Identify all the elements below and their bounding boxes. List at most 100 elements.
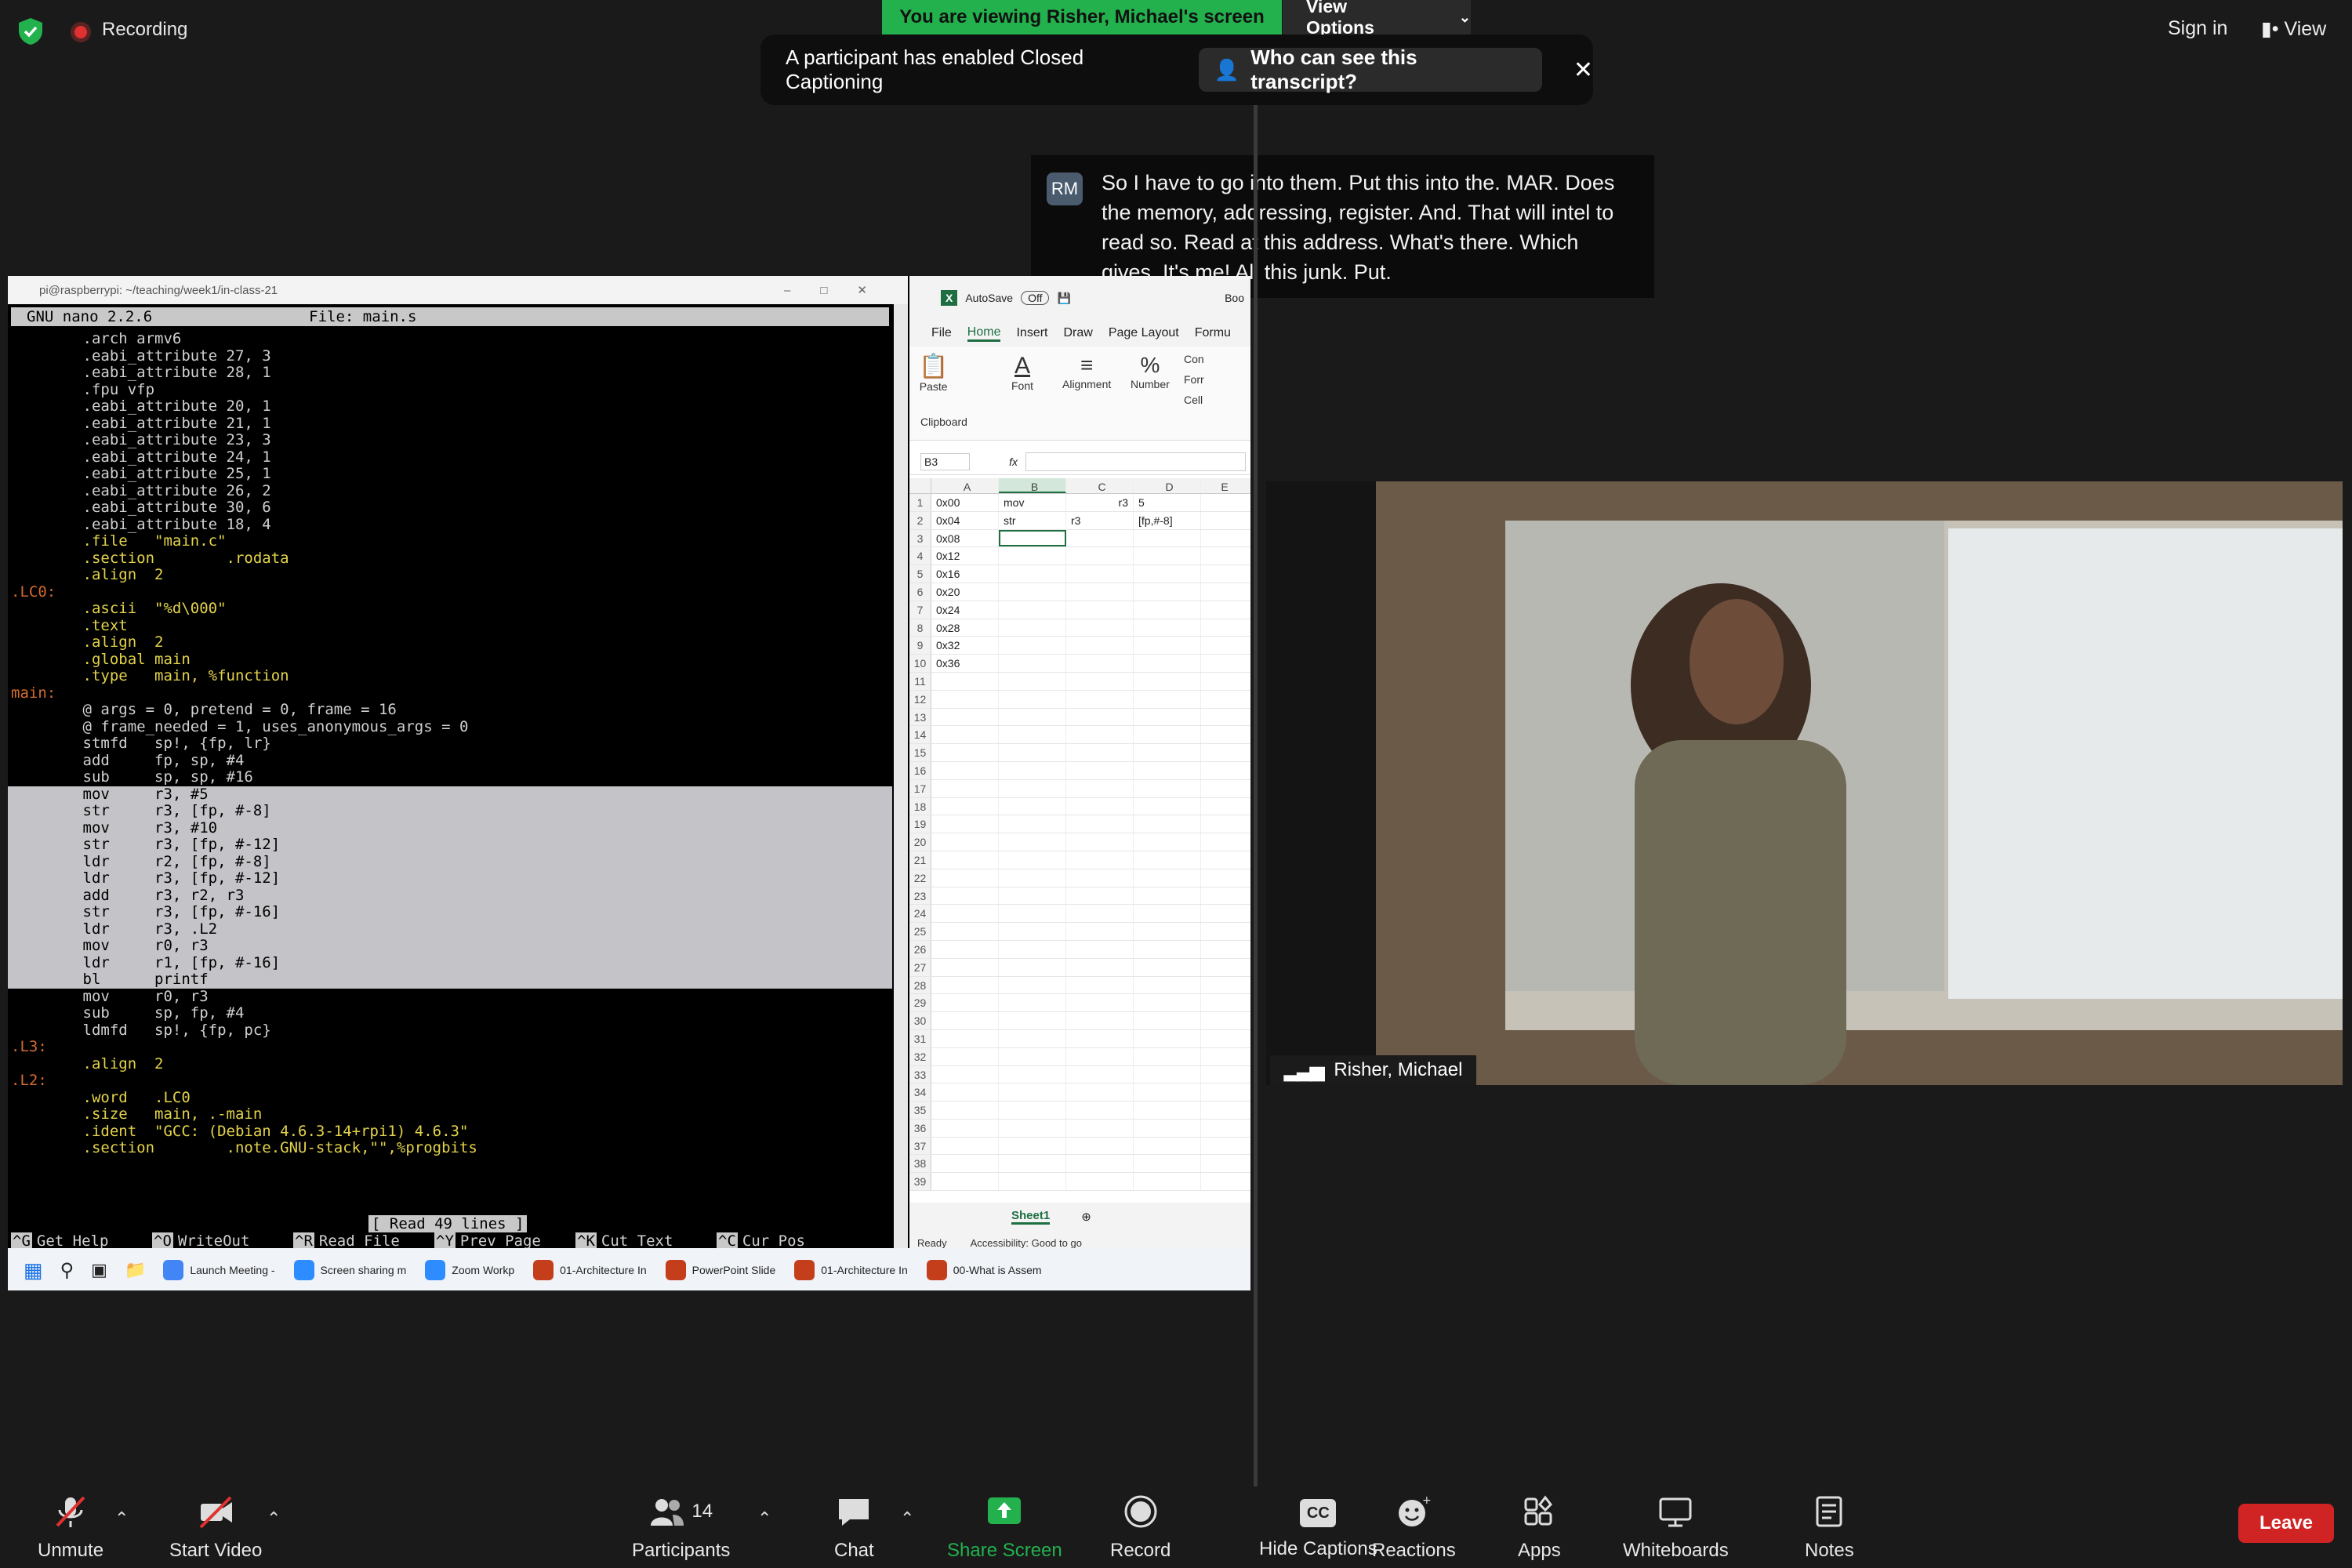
cell[interactable] [1066,833,1134,851]
cell[interactable] [1066,1083,1134,1102]
cell[interactable] [1201,1155,1248,1172]
cell[interactable]: 0x24 [931,601,999,619]
row-header[interactable]: 1 [909,494,931,511]
cell[interactable] [1201,1012,1248,1029]
code-line[interactable]: @ args = 0, pretend = 0, frame = 16 [8,701,892,719]
cell[interactable] [999,744,1066,761]
cell[interactable] [1066,869,1134,887]
cell[interactable] [1134,797,1201,815]
audio-options-caret[interactable]: ⌃ [114,1508,129,1529]
row-header[interactable]: 30 [909,1012,931,1029]
cell[interactable] [1201,709,1248,726]
cell[interactable] [1201,977,1248,994]
name-box[interactable]: B3 [920,452,971,470]
cell[interactable] [1134,1102,1201,1119]
cell[interactable] [999,905,1066,923]
nano-help-item[interactable]: ^C Cur Pos [717,1232,858,1250]
cell[interactable] [1201,780,1248,797]
cell[interactable] [999,619,1066,637]
row-header[interactable]: 34 [909,1083,931,1102]
code-line[interactable]: .L2: [8,1072,892,1090]
cell[interactable] [931,1102,999,1119]
cell[interactable]: 5 [1134,494,1201,511]
cell[interactable] [1066,1029,1134,1047]
cell[interactable] [999,815,1066,833]
cell[interactable] [999,1155,1066,1173]
files-icon[interactable]: 📁 [125,1260,146,1280]
cell[interactable] [999,655,1066,672]
cell[interactable] [1201,833,1248,851]
cell[interactable] [1201,530,1248,547]
cell[interactable] [1134,761,1201,779]
cell[interactable] [999,851,1066,869]
cell[interactable] [999,672,1066,690]
cell[interactable] [1134,601,1201,619]
save-icon[interactable]: 💾 [1057,292,1070,305]
cell[interactable] [1201,1173,1248,1190]
cell[interactable] [931,744,999,761]
cell[interactable] [1066,655,1134,672]
cell[interactable] [931,923,999,940]
row-header[interactable]: 17 [909,779,931,797]
row-header[interactable]: 15 [909,744,931,761]
cell[interactable] [1066,994,1134,1012]
row-header[interactable]: 33 [909,1065,931,1083]
cell[interactable]: r3 [1066,511,1134,529]
cell[interactable] [1134,1047,1201,1065]
cell[interactable] [931,1029,999,1047]
row-header[interactable]: 37 [909,1137,931,1155]
cell[interactable] [931,1083,999,1102]
cell[interactable] [999,529,1066,547]
cell[interactable] [1201,744,1248,761]
whiteboards-button[interactable]: Whiteboards [1623,1494,1729,1562]
cell[interactable] [931,976,999,994]
cell[interactable] [1201,869,1248,887]
cell[interactable]: 0x04 [931,511,999,529]
cell[interactable] [1134,1173,1201,1191]
cell[interactable] [1201,1138,1248,1155]
code-line[interactable]: .fpu vfp [8,381,892,399]
status-accessibility[interactable]: Accessibility: Good to go [971,1237,1082,1249]
cell[interactable] [1201,887,1248,905]
code-line[interactable]: sub sp, fp, #4 [8,1004,892,1022]
cell[interactable] [1134,851,1201,869]
cell[interactable] [1066,905,1134,923]
cell[interactable] [1201,994,1248,1011]
row-header[interactable]: 14 [909,726,931,744]
code-line[interactable]: ldr r2, [fp, #-8] [8,853,892,870]
cell[interactable] [999,1119,1066,1137]
row-header[interactable]: 23 [909,887,931,905]
row-header[interactable]: 11 [909,672,931,690]
cell[interactable] [1134,637,1201,655]
task-view-icon[interactable]: ▣ [91,1260,107,1280]
code-line[interactable]: mov r0, r3 [8,937,892,955]
column-header[interactable]: C [1066,478,1134,493]
cell[interactable] [1066,815,1134,833]
ribbon-tab[interactable]: File [931,326,952,340]
video-options-caret[interactable]: ⌃ [267,1508,281,1529]
cell[interactable] [1066,851,1134,869]
taskbar-app[interactable]: 01-Architecture In [533,1260,647,1280]
alignment-button[interactable]: ≡ Alignment [1062,353,1111,390]
cell[interactable] [1134,869,1201,887]
who-can-see-transcript-button[interactable]: 👤 Who can see this transcript? [1198,45,1542,93]
code-line[interactable]: sub sp, sp, #16 [8,768,892,786]
nano-help-item[interactable]: ^K Cut Text [575,1232,717,1250]
cell[interactable] [931,726,999,744]
cell[interactable] [1066,976,1134,994]
row-header[interactable]: 35 [909,1102,931,1119]
cell[interactable] [999,833,1066,851]
cell[interactable]: str [999,511,1066,529]
row-header[interactable]: 7 [909,601,931,619]
cell[interactable]: 0x16 [931,565,999,583]
cell[interactable] [1134,1083,1201,1102]
row-header[interactable]: 18 [909,797,931,815]
taskbar-app[interactable]: Zoom Workp [425,1260,514,1280]
row-header[interactable]: 8 [909,619,931,637]
cell[interactable] [931,815,999,833]
cell[interactable] [999,1065,1066,1083]
font-button[interactable]: A Font [1011,353,1033,392]
cell[interactable] [999,708,1066,726]
cell[interactable] [1201,583,1248,601]
column-header[interactable]: B [999,478,1066,493]
